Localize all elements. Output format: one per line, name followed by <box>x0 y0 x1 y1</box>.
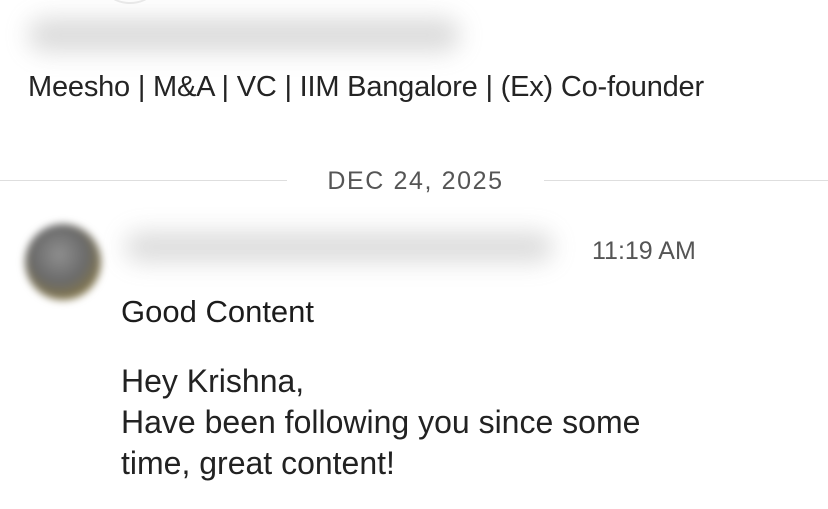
message-body: Hey Krishna, Have been following you sin… <box>121 361 811 484</box>
message-subject: Good Content <box>121 294 315 329</box>
profile-headline: Meesho | M&A | VC | IIM Bangalore | (Ex)… <box>28 71 704 103</box>
sender-name-redacted[interactable] <box>125 232 553 262</box>
previous-avatar-edge <box>95 0 165 4</box>
sender-avatar[interactable] <box>25 224 101 300</box>
profile-name-redacted <box>28 18 460 52</box>
message-body-line: time, great content! <box>121 445 395 481</box>
message-body-line: Hey Krishna, <box>121 363 305 399</box>
date-separator: DEC 24, 2025 <box>327 167 504 195</box>
date-divider-right <box>544 180 828 181</box>
date-divider-left <box>0 180 287 181</box>
message-body-line: Have been following you since some <box>121 404 641 440</box>
message-timestamp: 11:19 AM <box>592 237 696 265</box>
